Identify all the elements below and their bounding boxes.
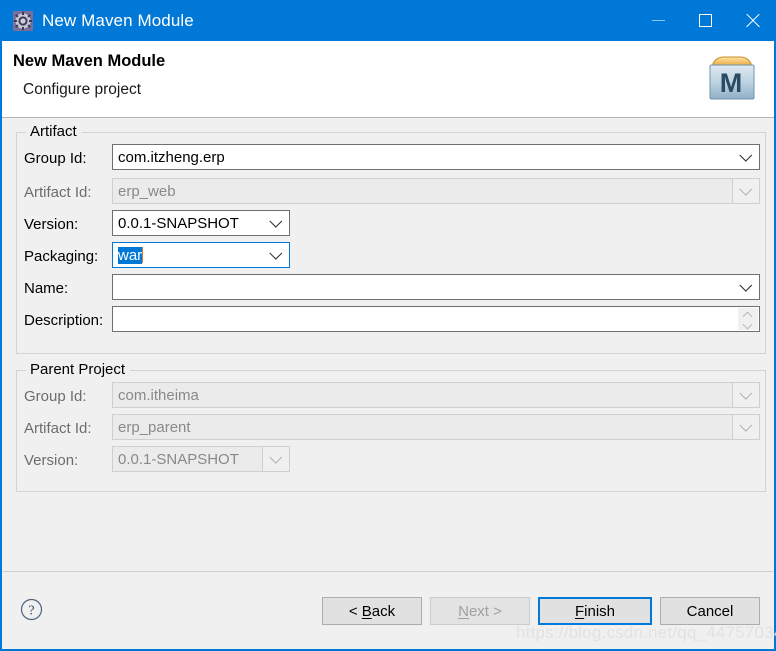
artifact-artifact-id-label: Artifact Id: (24, 184, 92, 201)
parent-artifact-id-value: erp_parent (118, 418, 191, 436)
window-controls (635, 0, 776, 41)
next-button-label: Next > (458, 602, 502, 620)
artifact-group-id-input[interactable]: com.itzheng.erp (112, 144, 760, 170)
chevron-down-icon[interactable] (733, 145, 759, 169)
finish-button[interactable]: Finish (538, 597, 652, 625)
chevron-down-icon (262, 447, 289, 471)
chevron-down-icon[interactable] (744, 321, 752, 326)
text-caret (142, 247, 144, 263)
back-button[interactable]: < Back (322, 597, 422, 625)
chevron-down-icon (732, 383, 759, 407)
wizard-header: New Maven Module Configure project M (2, 41, 774, 118)
title-bar: New Maven Module (0, 0, 776, 41)
parent-artifact-id-input: erp_parent (112, 414, 760, 440)
chevron-down-icon[interactable] (733, 275, 759, 299)
close-button[interactable] (729, 0, 776, 41)
page-subtitle: Configure project (23, 81, 142, 98)
maximize-icon (699, 14, 712, 27)
dialog-footer: ? < Back Next > Finish Cancel (2, 572, 774, 649)
chevron-up-icon[interactable] (744, 313, 752, 318)
artifact-group-id-label: Group Id: (24, 150, 87, 167)
artifact-packaging-combo[interactable]: war (112, 242, 290, 268)
svg-text:M: M (720, 68, 743, 98)
parent-group-id-value: com.itheima (118, 386, 199, 404)
artifact-version-label: Version: (24, 216, 79, 233)
artifact-name-label: Name: (24, 280, 69, 297)
parent-version-combo: 0.0.1-SNAPSHOT (112, 446, 290, 472)
artifact-description-label: Description: (24, 312, 104, 329)
parent-group-id-label: Group Id: (24, 388, 87, 405)
artifact-packaging-label: Packaging: (24, 248, 99, 265)
svg-text:?: ? (28, 604, 34, 619)
artifact-artifact-id-input: erp_web (112, 178, 760, 204)
parent-artifact-id-label: Artifact Id: (24, 420, 92, 437)
description-spinner[interactable] (738, 308, 758, 330)
artifact-group-id-value: com.itzheng.erp (118, 148, 225, 166)
maximize-button[interactable] (682, 0, 729, 41)
artifact-description-input[interactable] (112, 306, 760, 332)
artifact-version-combo[interactable]: 0.0.1-SNAPSHOT (112, 210, 290, 236)
chevron-down-icon[interactable] (263, 211, 289, 235)
chevron-down-icon[interactable] (263, 243, 289, 267)
parent-project-groupbox-legend: Parent Project (26, 361, 131, 378)
help-question-icon[interactable]: ? (20, 598, 43, 621)
maven-module-gear-icon (13, 10, 33, 31)
chevron-down-icon (732, 179, 759, 203)
finish-button-label: Finish (574, 602, 616, 620)
artifact-packaging-value: war (118, 246, 143, 264)
page-title: New Maven Module (13, 52, 166, 70)
maven-folder-m-icon: M (702, 49, 760, 107)
new-maven-module-dialog: New Maven Module New Maven Module Config… (0, 0, 776, 651)
chevron-down-icon (732, 415, 759, 439)
window-title: New Maven Module (42, 10, 194, 30)
cancel-button-label: Cancel (686, 602, 734, 620)
parent-version-value: 0.0.1-SNAPSHOT (118, 450, 239, 468)
minimize-button[interactable] (635, 0, 682, 41)
minimize-icon (652, 20, 665, 21)
artifact-groupbox-legend: Artifact (26, 123, 82, 140)
close-icon (744, 12, 761, 29)
artifact-artifact-id-value: erp_web (118, 182, 176, 200)
wizard-body: Artifact Group Id: com.itzheng.erp Artif… (2, 118, 774, 631)
back-button-label: < Back (348, 602, 396, 620)
next-button: Next > (430, 597, 530, 625)
artifact-version-value: 0.0.1-SNAPSHOT (118, 214, 239, 232)
cancel-button[interactable]: Cancel (660, 597, 760, 625)
artifact-name-input[interactable] (112, 274, 760, 300)
parent-group-id-input: com.itheima (112, 382, 760, 408)
parent-version-label: Version: (24, 452, 79, 469)
